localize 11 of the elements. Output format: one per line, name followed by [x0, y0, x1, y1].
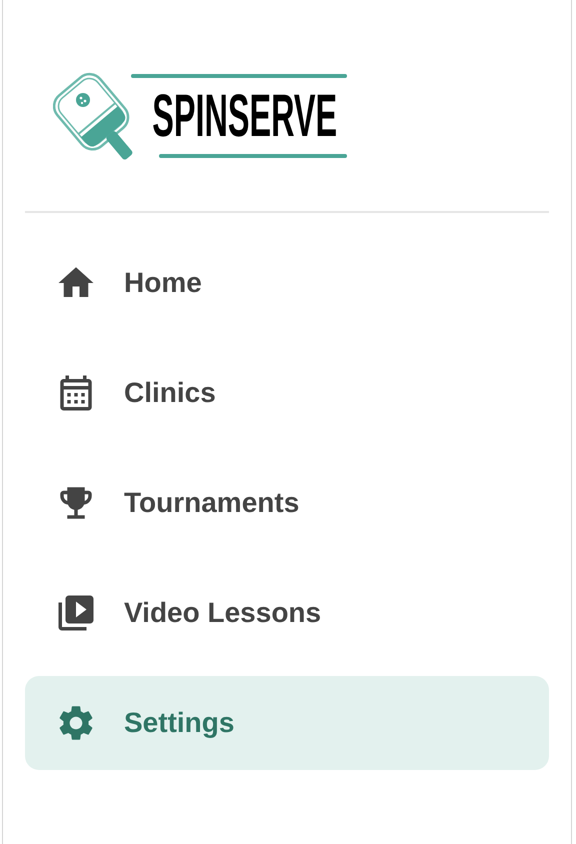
nav-item[interactable]: Video Lessons [25, 566, 549, 660]
nav-item[interactable]: Clinics [25, 346, 549, 440]
nav-item[interactable]: Home [25, 236, 549, 330]
nav-label: Tournaments [124, 487, 300, 519]
nav-label: Home [124, 267, 202, 299]
nav-label: Video Lessons [124, 597, 322, 629]
logo-text: SPINSERVE [151, 81, 338, 151]
nav-label: Clinics [124, 377, 216, 409]
nav-item[interactable]: Settings [25, 676, 549, 770]
nav-item[interactable]: Tournaments [25, 456, 549, 550]
nav-label: Settings [124, 707, 234, 739]
